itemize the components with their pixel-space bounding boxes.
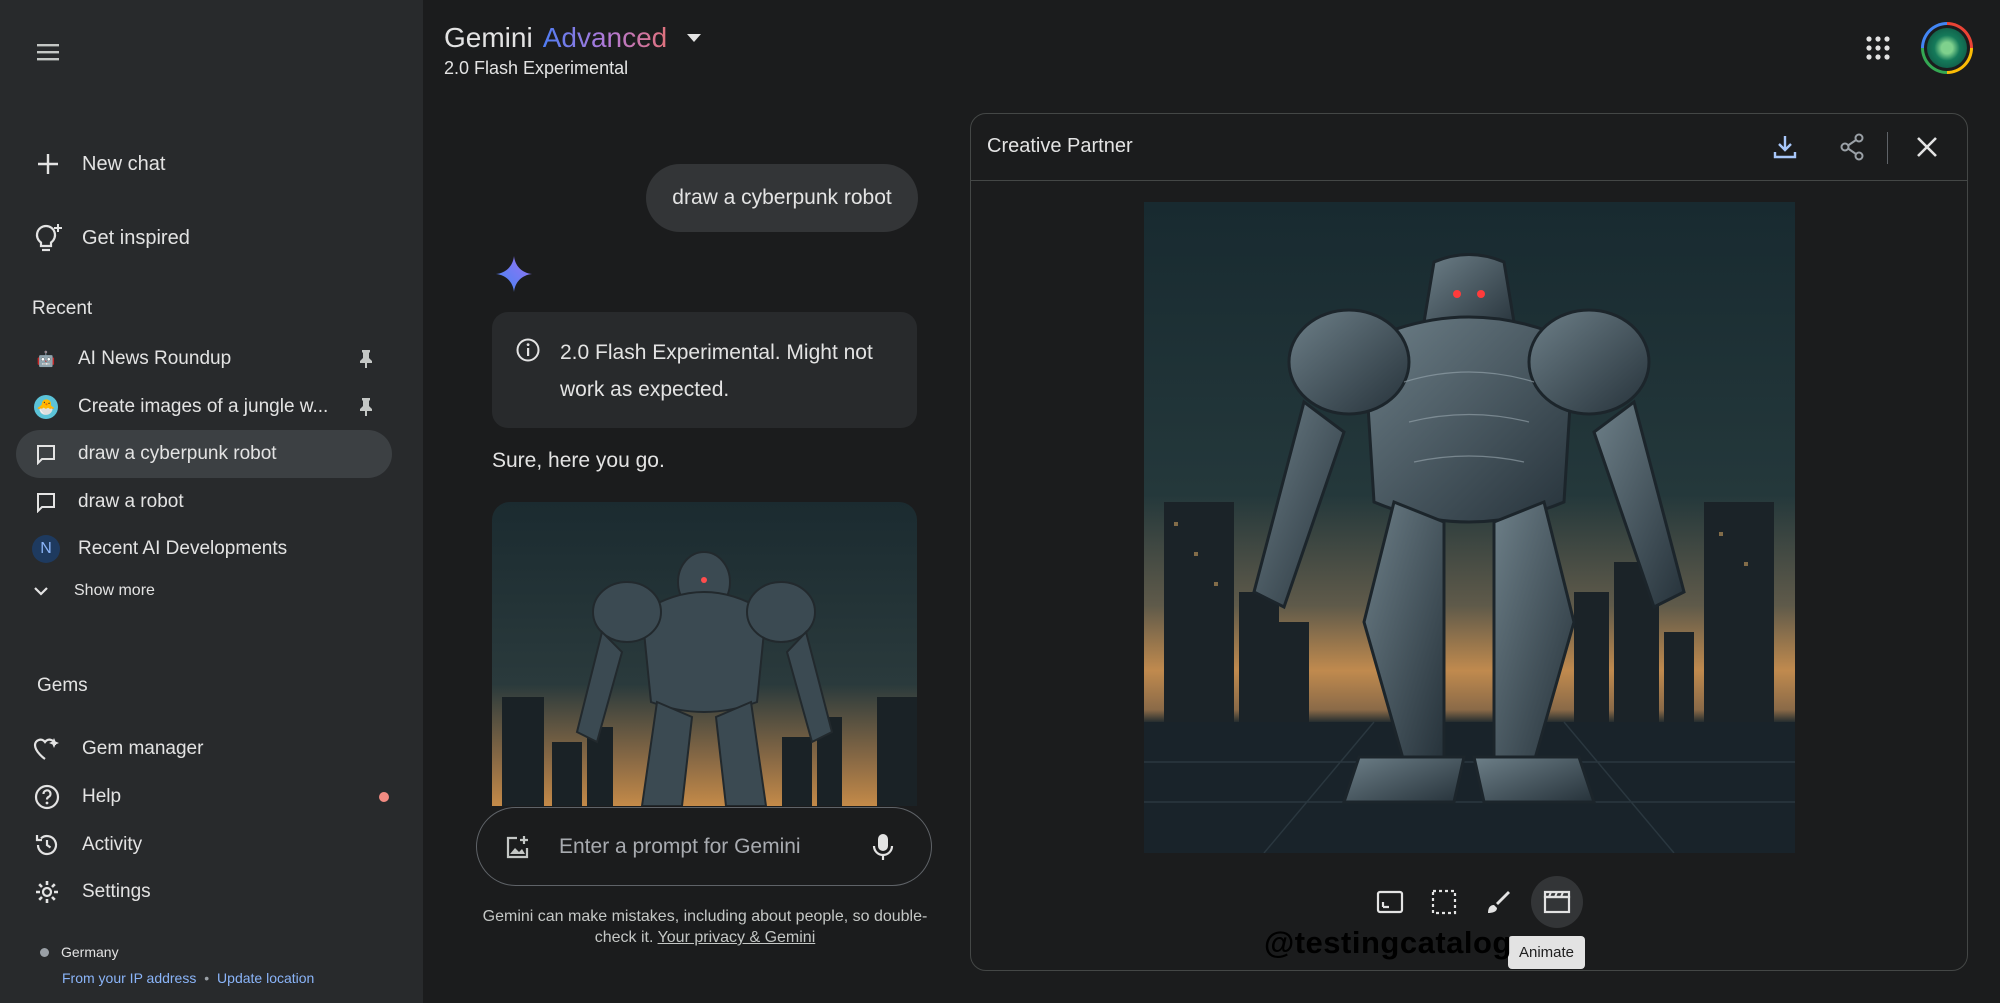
notice-text: 2.0 Flash Experimental. Might not work a… <box>560 341 873 401</box>
resize-button[interactable] <box>1369 881 1411 923</box>
get-inspired-button[interactable]: Get inspired <box>16 214 190 262</box>
settings-button[interactable]: Settings <box>32 872 151 912</box>
select-area-button[interactable] <box>1423 881 1465 923</box>
gem-manager-icon <box>32 734 62 764</box>
location-info: Germany From your IP address • Update lo… <box>40 944 314 986</box>
account-avatar[interactable] <box>1921 22 1973 74</box>
activity-label: Activity <box>82 834 143 855</box>
brush-icon <box>1488 891 1510 913</box>
user-message: draw a cyberpunk robot <box>646 164 918 232</box>
recent-item-label: Recent AI Developments <box>78 538 288 559</box>
model-name: 2.0 Flash Experimental <box>444 58 629 78</box>
edit-brush-button[interactable] <box>1477 881 1519 923</box>
show-more-button[interactable]: Show more <box>34 582 155 600</box>
hamburger-icon <box>37 44 59 61</box>
gemini-spark-icon <box>496 256 532 292</box>
experimental-notice: 2.0 Flash Experimental. Might not work a… <box>492 312 917 428</box>
header-divider <box>1887 132 1888 164</box>
generated-image-thumbnail[interactable] <box>492 502 917 806</box>
share-button[interactable] <box>1833 128 1871 166</box>
history-icon <box>32 830 62 860</box>
apps-grid-icon <box>1866 36 1890 60</box>
recent-item-label: draw a robot <box>78 491 184 512</box>
pin-icon[interactable] <box>354 347 378 371</box>
add-image-button[interactable] <box>501 830 535 864</box>
app-tier: Advanced <box>542 22 668 53</box>
download-icon <box>1773 136 1797 159</box>
watermark: @testingcatalog <box>1264 925 1512 960</box>
privacy-link[interactable]: Your privacy & Gemini <box>658 929 816 946</box>
chevron-down-icon <box>34 587 48 596</box>
recent-item-label: draw a cyberpunk robot <box>78 443 277 464</box>
new-chat-button[interactable]: New chat <box>16 140 165 188</box>
caret-down-icon <box>683 27 705 49</box>
recent-item-draw-robot[interactable]: draw a robot <box>16 478 392 526</box>
animate-tooltip: Animate <box>1508 936 1586 969</box>
close-canvas-button[interactable] <box>1908 128 1946 166</box>
lightbulb-icon <box>28 218 68 258</box>
location-dot <box>40 947 49 957</box>
microphone-button[interactable] <box>865 829 901 865</box>
recent-item-ai-developments[interactable]: N Recent AI Developments <box>16 525 392 573</box>
main-menu-button[interactable] <box>28 32 68 72</box>
sidebar: New chat Get inspired Recent 🤖 AI News R… <box>0 0 423 1003</box>
avatar <box>1927 28 1967 68</box>
robot-emoji-icon: 🤖 <box>36 351 56 368</box>
prompt-input-box[interactable] <box>476 807 932 886</box>
clapperboard-icon <box>1543 890 1571 914</box>
recent-item-ai-news-roundup[interactable]: 🤖 AI News Roundup <box>16 335 392 383</box>
get-inspired-label: Get inspired <box>82 226 190 249</box>
canvas-header: Creative Partner <box>971 114 1967 181</box>
microphone-icon <box>872 833 894 860</box>
chat-bubble-icon <box>32 488 60 516</box>
settings-label: Settings <box>82 881 151 902</box>
update-location-link[interactable]: Update location <box>217 970 314 986</box>
generated-image[interactable] <box>1144 202 1795 853</box>
recent-item-label: AI News Roundup <box>78 348 232 369</box>
gear-icon <box>32 877 62 907</box>
chat-bubble-icon <box>32 440 60 468</box>
google-apps-button[interactable] <box>1858 28 1898 68</box>
share-icon <box>1840 133 1864 161</box>
recent-section-title: Recent <box>32 298 93 319</box>
plus-icon <box>28 144 68 184</box>
model-reply: Sure, here you go. <box>492 449 665 472</box>
show-more-label: Show more <box>74 582 155 599</box>
pin-icon[interactable] <box>354 395 378 419</box>
gems-section-title: Gems <box>37 675 88 696</box>
new-chat-label: New chat <box>82 152 166 175</box>
download-button[interactable] <box>1766 128 1804 166</box>
gem-manager-button[interactable]: Gem manager <box>32 729 203 769</box>
help-notification-dot <box>379 792 389 802</box>
selection-icon <box>1431 889 1457 915</box>
add-image-icon <box>506 835 529 858</box>
recent-item-jungle-images[interactable]: 🐣 Create images of a jungle w... <box>16 383 392 431</box>
creature-emoji-icon: 🐣 <box>34 395 58 419</box>
info-icon <box>516 338 540 362</box>
gem-manager-label: Gem manager <box>82 738 204 759</box>
activity-button[interactable]: Activity <box>32 825 142 865</box>
canvas-title: Creative Partner <box>987 135 1133 157</box>
image-toolbar <box>1369 876 1583 928</box>
close-icon <box>1917 137 1937 157</box>
animate-button[interactable] <box>1531 876 1583 928</box>
app-title: Gemini <box>444 22 533 53</box>
recent-item-cyberpunk-robot[interactable]: draw a cyberpunk robot <box>16 430 392 478</box>
help-icon <box>32 782 62 812</box>
help-button[interactable]: Help <box>32 777 121 817</box>
recent-item-label: Create images of a jungle w... <box>78 396 329 417</box>
canvas-panel: Creative Partner Animate <box>970 113 1968 971</box>
disclaimer: Gemini can make mistakes, including abou… <box>480 906 930 948</box>
prompt-input[interactable] <box>559 834 849 859</box>
help-label: Help <box>82 786 122 807</box>
location-country: Germany <box>61 944 119 960</box>
location-separator: • <box>204 970 210 986</box>
gem-avatar-icon: N <box>32 535 60 563</box>
location-source-link[interactable]: From your IP address <box>62 970 196 986</box>
model-switcher[interactable]: Gemini Advanced <box>444 22 705 54</box>
aspect-ratio-icon <box>1376 890 1404 914</box>
